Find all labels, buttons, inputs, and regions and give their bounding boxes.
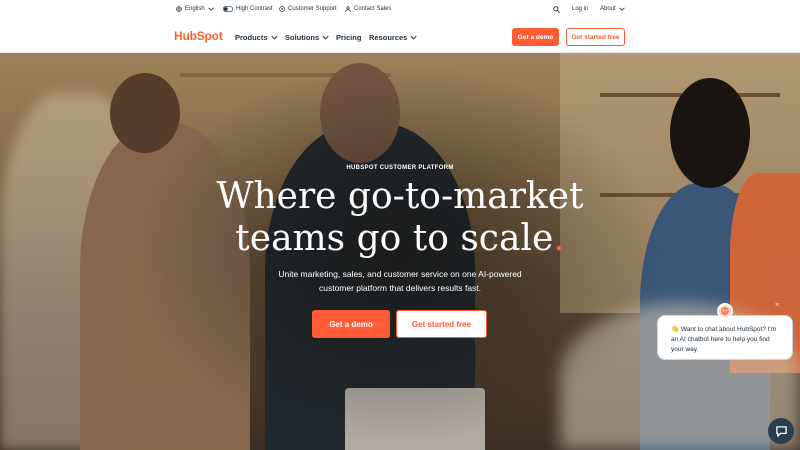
chevron-down-icon [322,35,329,40]
person-icon [345,6,351,12]
globe-icon [176,6,182,12]
language-selector[interactable]: English [176,6,214,12]
customer-support-label: Customer Support [288,6,337,12]
hero-headline: Where go-to-market teams go to scale. [0,176,800,260]
chat-launcher-button[interactable] [768,418,794,444]
headline-dot: . [553,218,565,259]
contact-sales-link[interactable]: Contact Sales [345,6,391,12]
nav-pricing[interactable]: Pricing [336,33,361,42]
hero-eyebrow: HUBSPOT CUSTOMER PLATFORM [346,165,454,171]
nav-resources-label: Resources [369,33,408,42]
high-contrast-toggle[interactable]: High Contrast [223,6,273,12]
login-label: Log in [572,6,589,12]
subtext-line1: Unite marketing, sales, and customer ser… [278,269,522,279]
chevron-down-icon [410,35,418,40]
about-menu[interactable]: About [600,6,625,12]
hubspot-logo[interactable]: HubSpot [174,29,223,43]
hero-subtext: Unite marketing, sales, and customer ser… [250,267,550,295]
chat-bubble[interactable]: 👋 Want to chat about HubSpot? I'm an AI … [657,315,793,360]
login-link[interactable]: Log in [572,6,588,12]
chevron-down-icon [207,7,214,11]
about-label: About [600,6,616,12]
chevron-down-icon [618,7,625,11]
nav-pricing-label: Pricing [336,33,362,42]
nav-products[interactable]: Products [235,33,278,42]
chat-message: 👋 Want to chat about HubSpot? I'm an AI … [671,326,777,353]
chatbot-avatar [717,303,733,319]
hero-get-demo-button[interactable]: Get a demo [312,310,390,338]
search-icon [553,6,560,13]
headline-line2: teams go to scale [235,218,554,259]
language-label: English [185,6,205,12]
nav-resources[interactable]: Resources [369,33,418,42]
high-contrast-label: High Contrast [236,6,273,12]
hero-section: HUBSPOT CUSTOMER PLATFORM Where go-to-ma… [0,53,800,450]
search-button[interactable] [553,6,560,13]
contact-sales-label: Contact Sales [354,6,392,12]
headline-line1: Where go-to-market [216,176,584,217]
nav-get-started-button[interactable]: Get started free [566,28,625,46]
hero-get-started-button[interactable]: Get started free [396,310,487,338]
utility-bar: English High Contrast Customer Support C… [0,0,800,22]
nav-products-label: Products [235,33,268,42]
main-nav: HubSpot Products Solutions Pricing Resou… [0,22,800,53]
chat-icon [775,425,787,437]
support-icon [279,6,285,12]
customer-support-link[interactable]: Customer Support [279,6,337,12]
toggle-icon [223,6,233,12]
logo-text: HubSpot [174,29,223,43]
chat-close-button[interactable]: × [775,302,779,309]
bot-face-icon [721,307,729,315]
subtext-line2: customer platform that delivers results … [318,283,482,293]
nav-solutions-label: Solutions [285,33,320,42]
nav-get-demo-button[interactable]: Get a demo [512,28,559,46]
chevron-down-icon [270,35,278,40]
nav-solutions[interactable]: Solutions [285,33,329,42]
